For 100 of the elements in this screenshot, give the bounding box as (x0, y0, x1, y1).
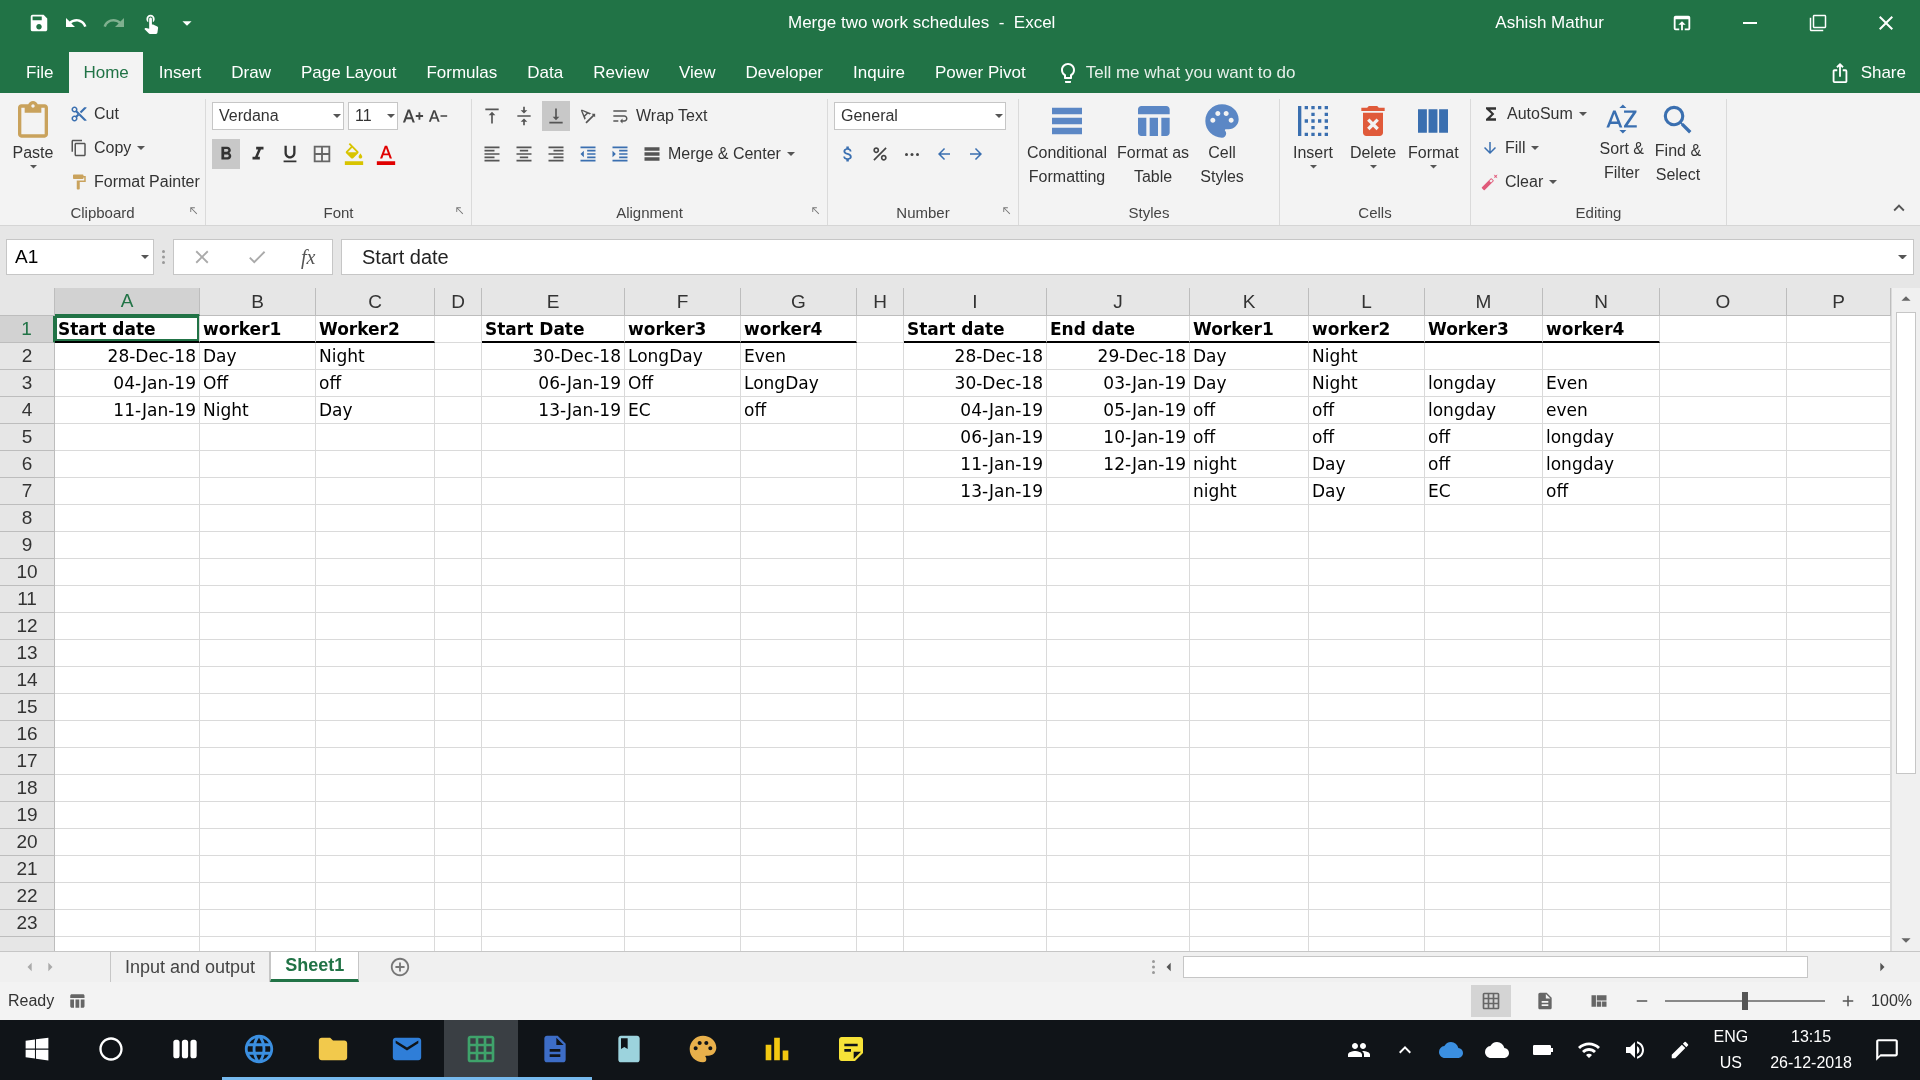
table-cell[interactable]: night (1190, 451, 1309, 478)
table-cell[interactable]: Off (625, 370, 741, 397)
table-cell[interactable]: Night (200, 397, 316, 424)
table-cell[interactable] (1425, 883, 1543, 910)
table-cell[interactable] (55, 559, 200, 586)
ribbon-tab[interactable]: Power Pivot (921, 52, 1040, 93)
column-header[interactable]: E (482, 288, 625, 316)
table-cell[interactable]: off (1425, 451, 1543, 478)
table-cell[interactable] (1309, 775, 1425, 802)
table-cell[interactable]: Night (1309, 343, 1425, 370)
table-cell[interactable] (1543, 802, 1660, 829)
table-cell[interactable] (316, 829, 435, 856)
table-cell[interactable]: 29-Dec-18 (1047, 343, 1190, 370)
table-cell[interactable] (1309, 559, 1425, 586)
table-cell[interactable] (1425, 667, 1543, 694)
table-cell[interactable] (55, 694, 200, 721)
table-cell[interactable] (741, 721, 857, 748)
table-cell[interactable]: 03-Jan-19 (1047, 370, 1190, 397)
formula-field[interactable]: Start date (341, 239, 1914, 275)
row-header[interactable]: 11 (0, 586, 55, 613)
table-cell[interactable] (435, 640, 482, 667)
table-cell[interactable] (857, 586, 904, 613)
column-header[interactable]: B (200, 288, 316, 316)
table-cell[interactable] (200, 424, 316, 451)
table-cell[interactable]: 30-Dec-18 (904, 370, 1047, 397)
table-cell[interactable] (1309, 694, 1425, 721)
table-cell[interactable] (55, 721, 200, 748)
table-cell[interactable]: off (1309, 424, 1425, 451)
tell-me-field[interactable]: Tell me what you want to do (1085, 62, 1296, 83)
table-cell[interactable]: Worker2 (316, 316, 435, 343)
table-cell[interactable] (1660, 316, 1787, 343)
table-cell[interactable]: longday (1543, 424, 1660, 451)
table-cell[interactable]: off (1190, 397, 1309, 424)
table-cell[interactable] (1543, 667, 1660, 694)
table-cell[interactable]: Day (1309, 451, 1425, 478)
table-cell[interactable] (482, 478, 625, 505)
style-button[interactable]: Format as Table (1115, 99, 1192, 199)
bottom-align-button[interactable] (542, 101, 570, 131)
table-cell[interactable] (482, 613, 625, 640)
column-header[interactable]: O (1660, 288, 1787, 316)
table-cell[interactable] (435, 613, 482, 640)
table-cell[interactable] (1425, 829, 1543, 856)
table-cell[interactable] (482, 424, 625, 451)
row-header[interactable]: 13 (0, 640, 55, 667)
table-cell[interactable] (625, 856, 741, 883)
font-size-field[interactable]: 11 (348, 102, 398, 130)
table-cell[interactable] (625, 451, 741, 478)
table-cell[interactable] (857, 910, 904, 937)
dialog-launcher-icon[interactable] (454, 205, 465, 216)
table-cell[interactable]: Start Date (482, 316, 625, 343)
column-header[interactable]: G (741, 288, 857, 316)
table-cell[interactable] (1309, 613, 1425, 640)
table-cell[interactable] (904, 883, 1047, 910)
table-cell[interactable] (857, 370, 904, 397)
table-cell[interactable] (482, 775, 625, 802)
table-cell[interactable] (625, 667, 741, 694)
table-cell[interactable] (1425, 586, 1543, 613)
table-cell[interactable] (857, 343, 904, 370)
table-cell[interactable] (1543, 748, 1660, 775)
table-cell[interactable] (625, 559, 741, 586)
table-cell[interactable] (1660, 802, 1787, 829)
column-header[interactable]: N (1543, 288, 1660, 316)
table-cell[interactable] (741, 829, 857, 856)
table-cell[interactable] (904, 802, 1047, 829)
table-cell[interactable] (857, 667, 904, 694)
row-header[interactable]: 7 (0, 478, 55, 505)
number-format-field[interactable]: General (834, 102, 1006, 130)
table-cell[interactable] (1309, 721, 1425, 748)
table-cell[interactable] (482, 910, 625, 937)
table-cell[interactable] (1425, 532, 1543, 559)
column-header[interactable]: A (55, 288, 200, 316)
table-cell[interactable]: Night (316, 343, 435, 370)
table-cell[interactable] (1047, 856, 1190, 883)
table-cell[interactable] (857, 532, 904, 559)
table-cell[interactable] (1190, 775, 1309, 802)
table-cell[interactable] (316, 910, 435, 937)
format-painter-button[interactable]: Format Painter (66, 167, 204, 197)
table-cell[interactable]: even (1543, 397, 1660, 424)
table-cell[interactable] (857, 397, 904, 424)
table-cell[interactable] (904, 748, 1047, 775)
table-cell[interactable]: 28-Dec-18 (55, 343, 200, 370)
insert-function-button[interactable]: fx (300, 245, 316, 269)
table-cell[interactable] (1660, 343, 1787, 370)
table-cell[interactable] (435, 856, 482, 883)
table-cell[interactable] (625, 586, 741, 613)
table-cell[interactable] (1660, 856, 1787, 883)
table-cell[interactable] (55, 856, 200, 883)
table-cell[interactable] (1309, 802, 1425, 829)
table-cell[interactable] (1660, 694, 1787, 721)
table-cell[interactable]: longday (1425, 397, 1543, 424)
table-cell[interactable] (1660, 883, 1787, 910)
table-cell[interactable] (1660, 370, 1787, 397)
table-cell[interactable] (857, 829, 904, 856)
table-cell[interactable] (857, 613, 904, 640)
row-header[interactable]: 6 (0, 451, 55, 478)
table-cell[interactable] (1425, 505, 1543, 532)
row-header[interactable]: 12 (0, 613, 55, 640)
table-cell[interactable] (200, 775, 316, 802)
table-cell[interactable] (55, 775, 200, 802)
table-cell[interactable] (55, 748, 200, 775)
